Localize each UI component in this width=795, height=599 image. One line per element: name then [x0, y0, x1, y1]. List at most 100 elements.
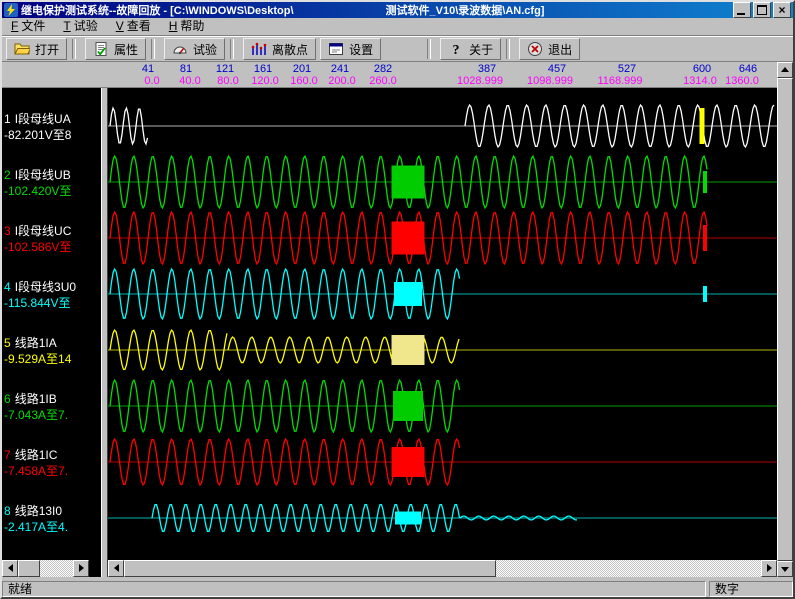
ruler-time-label: 1098.999 [527, 75, 573, 87]
menu-item-H[interactable]: H帮助 [160, 18, 214, 36]
channel-range: -7.043A至7. [4, 407, 68, 423]
arrow-right-icon [79, 564, 84, 572]
ruler-time-label: 1028.999 [457, 75, 503, 87]
fault-marker-ch4 [394, 282, 422, 306]
channel-title-row: 3I段母线UC [4, 223, 71, 239]
scroll-down-button[interactable] [777, 561, 793, 577]
toolbar-button-label: 打开 [35, 41, 59, 58]
plot-scroll-thumb[interactable] [124, 560, 496, 577]
vertical-scrollbar[interactable] [777, 62, 793, 577]
channel-title-row: 8线路13I0 [4, 503, 68, 519]
toolbar-button-label: 退出 [548, 41, 572, 58]
menu-item-label: 查看 [127, 19, 151, 33]
menu-accelerator: V [116, 19, 124, 33]
toolbar-button-label: 设置 [349, 41, 373, 58]
channel-number: 8 [4, 504, 11, 518]
channel-name: 线路1IA [15, 336, 57, 350]
arrow-up-icon [781, 67, 789, 72]
menu-accelerator: H [169, 19, 178, 33]
channel-range: -82.201V至8 [4, 127, 71, 143]
cursor-tick-ch1 [700, 108, 705, 144]
time-ruler[interactable]: 410.08140.012180.0161120.0201160.0241200… [2, 62, 777, 88]
channel-label-1[interactable]: 1I段母线UA-82.201V至8 [4, 111, 71, 143]
channel-label-7[interactable]: 7线路1IC-7.458A至7. [4, 447, 68, 479]
vertical-scroll-thumb[interactable] [777, 78, 793, 561]
channel-title-row: 2I段母线UB [4, 167, 71, 183]
menu-accelerator: T [63, 19, 70, 33]
ruler-time-label: 200.0 [328, 75, 356, 87]
toolbar-button-gauge[interactable]: 试验 [164, 38, 225, 60]
ruler-time-label: 1360.0 [725, 75, 759, 87]
toolbar-button-question[interactable]: ? 关于 [440, 38, 501, 60]
toolbar-button-settings[interactable]: 设置 [320, 38, 381, 60]
arrow-right-icon [767, 564, 772, 572]
toolbar-separator [427, 39, 431, 59]
channel-name: 线路1IC [15, 448, 58, 462]
status-message: 就绪 [2, 581, 706, 597]
channel-number: 5 [4, 336, 11, 350]
ruler-sample-label: 121 [216, 63, 234, 75]
toolbar-separator [151, 39, 155, 59]
close-icon: × [778, 4, 785, 16]
ruler-sample-label: 282 [374, 63, 392, 75]
ruler-sample-label: 41 [142, 63, 154, 75]
scroll-up-button[interactable] [777, 62, 793, 78]
cursor-tick-ch2 [703, 171, 707, 193]
maximize-button[interactable] [753, 2, 771, 18]
channel-label-8[interactable]: 8线路13I0-2.417A至4. [4, 503, 68, 535]
channel-title-row: 1I段母线UA [4, 111, 71, 127]
menu-item-F[interactable]: F文件 [2, 18, 54, 36]
svg-text:?: ? [453, 43, 460, 57]
channel-label-6[interactable]: 6线路1IB-7.043A至7. [4, 391, 68, 423]
labels-scroll-right-button[interactable] [73, 560, 89, 577]
labels-hscrollbar[interactable] [2, 560, 89, 577]
channel-label-4[interactable]: 4 I段母线3U0-115.844V至 [4, 279, 76, 311]
channel-range: -9.529A至14 [4, 351, 71, 367]
channel-number: 7 [4, 448, 11, 462]
channel-number: 4 [4, 280, 11, 294]
toolbar-button-exit[interactable]: 退出 [519, 38, 580, 60]
ruler-sample-label: 201 [293, 63, 311, 75]
channel-name: I段母线UB [15, 168, 71, 182]
toolbar-button-discrete-points[interactable]: 离散点 [243, 38, 316, 60]
toolbar-button-open-folder[interactable]: 打开 [6, 38, 67, 60]
channel-label-3[interactable]: 3I段母线UC-102.586V至 [4, 223, 71, 255]
cursor-tick-ch3 [703, 225, 707, 251]
toolbar-button-label: 关于 [469, 41, 493, 58]
menu-bar: F文件T试验V查看H帮助 [2, 18, 793, 36]
channel-range: -115.844V至 [4, 295, 76, 311]
menu-item-label: 帮助 [180, 19, 204, 33]
app-window: 继电保护测试系统--故障回放 - [C:\WINDOWS\Desktop\ 测试… [0, 0, 795, 599]
waveform-plot[interactable] [108, 88, 777, 560]
channel-name: I段母线UC [15, 224, 72, 238]
toolbar-button-label: 属性 [114, 41, 138, 58]
channel-range: -2.417A至4. [4, 519, 68, 535]
window-title-file: 测试软件_V10\录波数据\AN.cfg] [386, 2, 545, 18]
channel-number: 1 [4, 112, 11, 126]
fault-marker-ch3 [392, 222, 425, 255]
menu-item-label: 试验 [74, 19, 98, 33]
panel-splitter[interactable] [101, 88, 108, 577]
close-button[interactable]: × [773, 2, 791, 18]
arrow-left-icon [114, 564, 119, 572]
channel-label-5[interactable]: 5 线路1IA-9.529A至14 [4, 335, 71, 367]
plot-hscrollbar[interactable] [108, 560, 777, 577]
ruler-sample-label: 457 [548, 63, 566, 75]
fault-marker-ch7 [392, 447, 425, 477]
toolbar-button-properties[interactable]: 属性 [85, 38, 146, 60]
labels-scroll-thumb[interactable] [18, 560, 40, 577]
plot-scroll-right-button[interactable] [761, 560, 777, 577]
app-icon [4, 3, 18, 17]
labels-scroll-left-button[interactable] [2, 560, 18, 577]
minimize-button[interactable] [733, 2, 751, 18]
menu-item-T[interactable]: T 试验 [54, 18, 106, 36]
menu-item-V[interactable]: V查看 [107, 18, 160, 36]
fault-marker-ch5 [392, 335, 425, 365]
channel-name: I段母线3U0 [15, 280, 76, 294]
channel-label-2[interactable]: 2I段母线UB-102.420V至 [4, 167, 71, 199]
exit-icon [527, 41, 543, 57]
toolbar-button-label: 离散点 [272, 41, 308, 58]
plot-scroll-left-button[interactable] [108, 560, 124, 577]
window-title-path: 继电保护测试系统--故障回放 - [C:\WINDOWS\Desktop\ [21, 2, 294, 18]
menu-item-label: 文件 [21, 19, 45, 33]
